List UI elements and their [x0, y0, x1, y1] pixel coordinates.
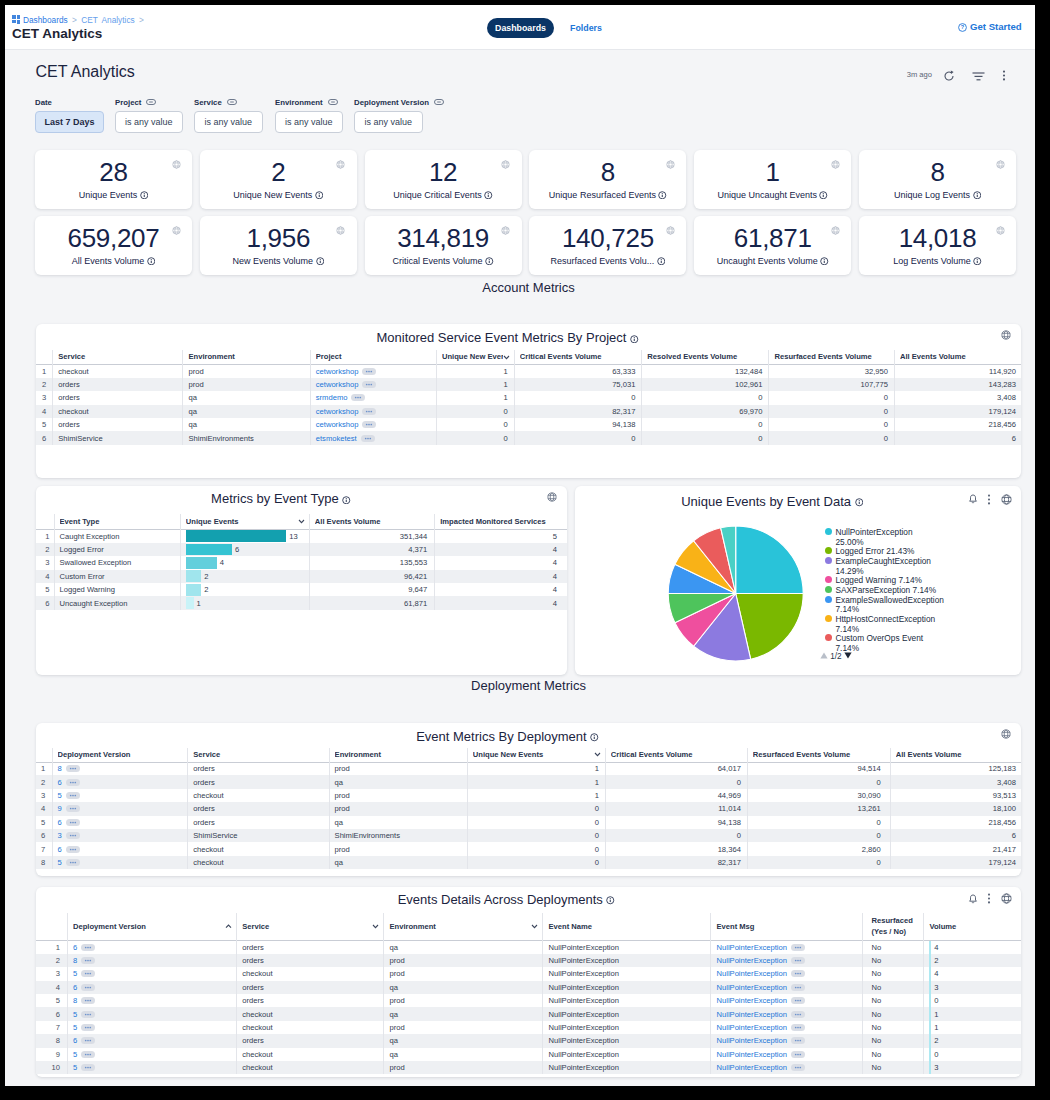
svg-text:?: ?	[961, 24, 965, 30]
